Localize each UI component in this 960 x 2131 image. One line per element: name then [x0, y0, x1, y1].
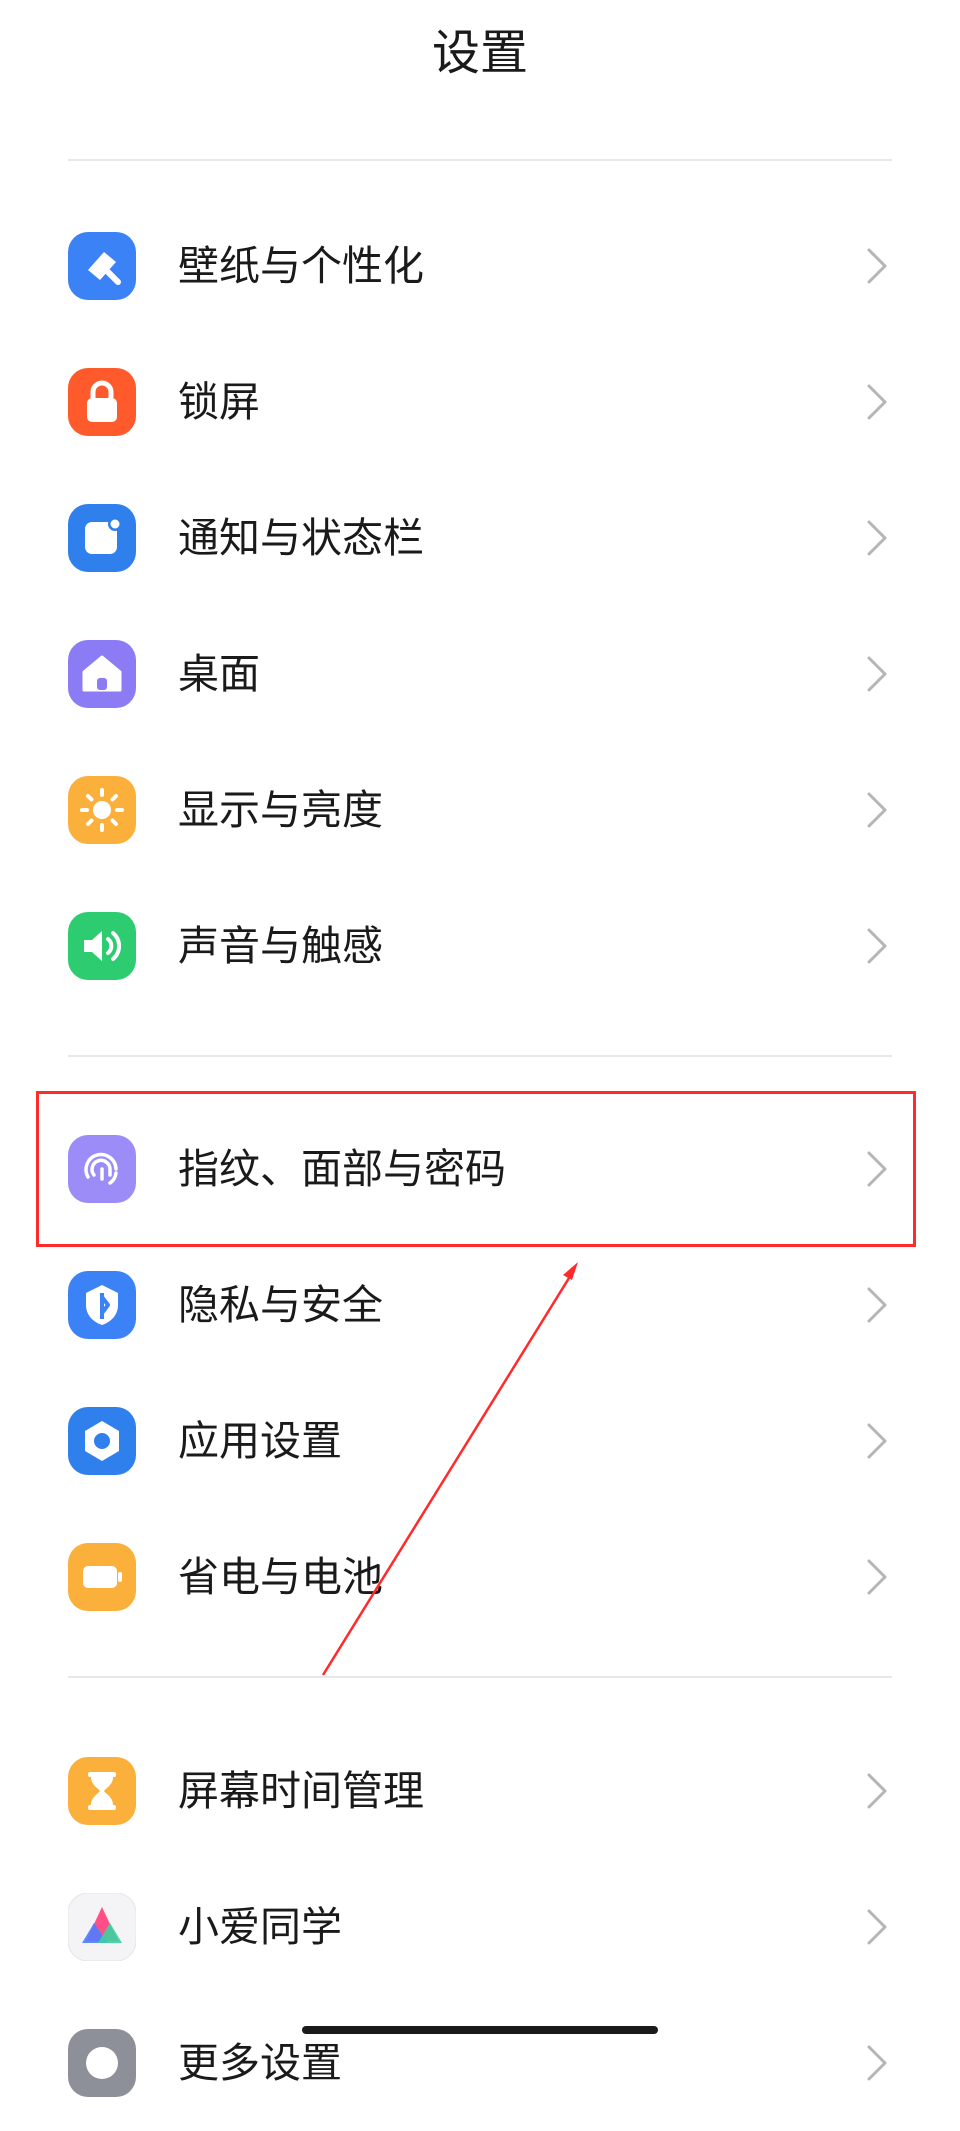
settings-item-sound[interactable]: 声音与触感 [0, 878, 960, 1014]
settings-item-desktop[interactable]: 桌面 [0, 606, 960, 742]
settings-item-display[interactable]: 显示与亮度 [0, 742, 960, 878]
settings-item-label: 小爱同学 [178, 1903, 342, 1951]
settings-item-label: 声音与触感 [178, 922, 383, 970]
home-indicator[interactable] [302, 2026, 658, 2034]
chevron-right-icon [864, 790, 890, 830]
shield-icon [68, 1271, 136, 1339]
chevron-right-icon [864, 2043, 890, 2083]
group-divider [68, 1676, 892, 1678]
sun-icon [68, 776, 136, 844]
more-settings-icon [68, 2029, 136, 2097]
settings-item-label: 锁屏 [178, 378, 260, 426]
brush-icon [68, 232, 136, 300]
settings-item-app-settings[interactable]: 应用设置 [0, 1373, 960, 1509]
settings-item-label: 通知与状态栏 [178, 514, 424, 562]
settings-item-more-settings[interactable]: 更多设置 [0, 1995, 960, 2131]
settings-item-label: 指纹、面部与密码 [178, 1145, 506, 1193]
xiaoai-icon [68, 1893, 136, 1961]
chevron-right-icon [864, 926, 890, 966]
settings-item-xiaoai[interactable]: 小爱同学 [0, 1859, 960, 1995]
settings-item-privacy-security[interactable]: 隐私与安全 [0, 1237, 960, 1373]
settings-item-wallpaper[interactable]: 壁纸与个性化 [0, 198, 960, 334]
page-title: 设置 [431, 25, 528, 81]
settings-item-label: 显示与亮度 [178, 786, 383, 834]
speaker-icon [68, 912, 136, 980]
settings-item-label: 省电与电池 [178, 1553, 383, 1601]
settings-item-fingerprint-face-password[interactable]: 指纹、面部与密码 [0, 1101, 960, 1237]
chevron-right-icon [864, 1557, 890, 1597]
settings-item-battery[interactable]: 省电与电池 [0, 1509, 960, 1645]
settings-item-label: 壁纸与个性化 [178, 242, 424, 290]
battery-icon [68, 1543, 136, 1611]
chevron-right-icon [864, 1907, 890, 1947]
chevron-right-icon [864, 1285, 890, 1325]
chevron-right-icon [864, 1149, 890, 1189]
chevron-right-icon [864, 1771, 890, 1811]
lock-icon [68, 368, 136, 436]
home-icon [68, 640, 136, 708]
chevron-right-icon [864, 1421, 890, 1461]
group-divider [68, 1055, 892, 1057]
notification-icon [68, 504, 136, 572]
top-divider [68, 159, 892, 161]
settings-item-lockscreen[interactable]: 锁屏 [0, 334, 960, 470]
fingerprint-icon [68, 1135, 136, 1203]
chevron-right-icon [864, 382, 890, 422]
settings-item-label: 隐私与安全 [178, 1281, 383, 1329]
chevron-right-icon [864, 518, 890, 558]
settings-item-label: 桌面 [178, 650, 260, 698]
settings-item-screen-time[interactable]: 屏幕时间管理 [0, 1723, 960, 1859]
chevron-right-icon [864, 246, 890, 286]
chevron-right-icon [864, 654, 890, 694]
settings-item-label: 更多设置 [178, 2039, 342, 2087]
settings-item-notifications[interactable]: 通知与状态栏 [0, 470, 960, 606]
hourglass-icon [68, 1757, 136, 1825]
hexagon-gear-icon [68, 1407, 136, 1475]
settings-item-label: 屏幕时间管理 [178, 1767, 424, 1815]
settings-item-label: 应用设置 [178, 1417, 342, 1465]
